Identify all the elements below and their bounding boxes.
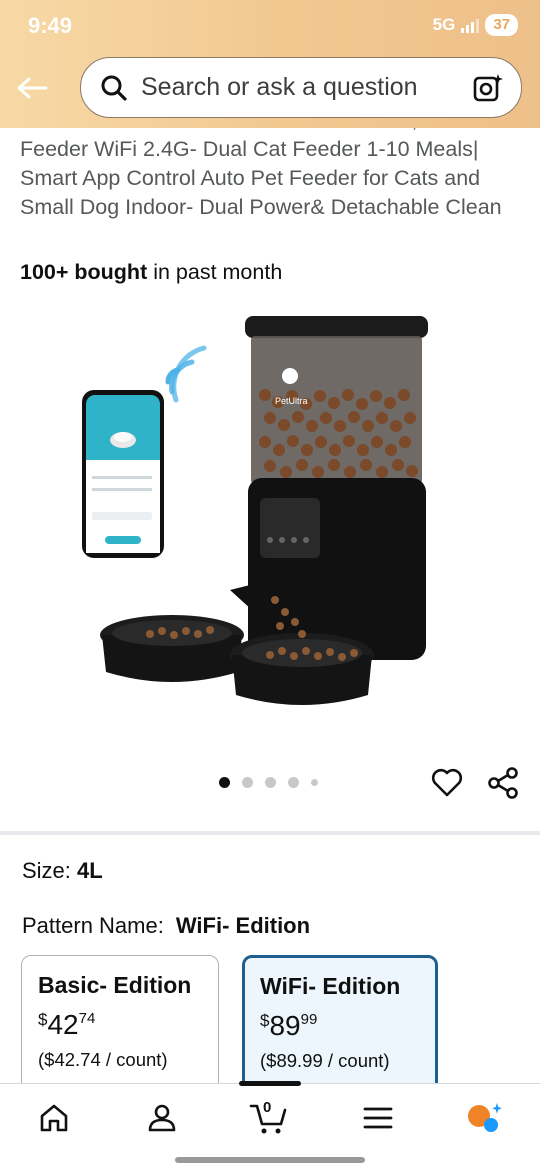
carousel-dots[interactable]: [219, 777, 318, 788]
option-name: Basic- Edition: [38, 972, 192, 998]
menu-icon[interactable]: [358, 1098, 398, 1138]
share-icon[interactable]: [486, 766, 520, 800]
option-price-whole: 42: [47, 1009, 79, 1040]
search-placeholder: Search or ask a question: [141, 73, 418, 101]
bought-count-bold: 100+ bought: [20, 260, 148, 284]
search-icon: [99, 73, 129, 103]
phone-illustration: [82, 390, 164, 558]
option-price: $4274: [38, 1009, 202, 1041]
account-icon[interactable]: [142, 1098, 182, 1138]
size-label: Size:: [22, 858, 78, 883]
carousel-dot[interactable]: [311, 779, 318, 786]
option-price-fraction: 99: [300, 1011, 318, 1028]
status-time: 9:49: [28, 13, 73, 38]
camera-search-icon[interactable]: [471, 71, 505, 105]
system-home-indicator[interactable]: [175, 1157, 365, 1163]
carousel-dot[interactable]: [265, 777, 276, 788]
option-price-whole: 89: [269, 1010, 301, 1041]
option-price-fraction: 74: [78, 1010, 96, 1027]
wifi-waves-illustration: [165, 345, 207, 403]
bought-count: 100+ bought in past month: [20, 260, 282, 285]
back-arrow-icon[interactable]: [12, 68, 52, 108]
option-price: $8999: [260, 1010, 420, 1042]
option-wifi-edition[interactable]: WiFi- Edition $8999 ($89.99 / count): [242, 955, 438, 1095]
carousel-dot[interactable]: [219, 777, 230, 788]
bought-count-rest: in past month: [147, 260, 283, 284]
home-icon[interactable]: [34, 1098, 74, 1138]
carousel-dot[interactable]: [242, 777, 253, 788]
product-title-container: PETULTRA Automatic Cat Feeder 2 Cats, Au…: [20, 128, 520, 252]
option-basic-edition[interactable]: Basic- Edition $4274 ($42.74 / count): [21, 955, 219, 1095]
pattern-value: WiFi- Edition: [175, 913, 311, 938]
search-input[interactable]: Search or ask a question: [80, 57, 522, 118]
heart-icon[interactable]: [430, 766, 464, 800]
size-selector-label: Size: 4L: [22, 858, 103, 884]
rufus-assistant-icon[interactable]: [464, 1098, 504, 1138]
app-header: 9:49 5G 37 Search or ask a question: [0, 0, 540, 128]
network-type: 5G: [432, 15, 456, 34]
option-unit-price: ($42.74 / count): [38, 1049, 168, 1070]
size-value: 4L: [77, 858, 103, 883]
option-unit-price: ($89.99 / count): [260, 1050, 390, 1071]
status-indicators: 5G 37: [433, 14, 518, 36]
brand-label: PetUltra: [275, 396, 308, 406]
cart-icon[interactable]: 0: [249, 1098, 289, 1138]
active-tab-indicator: [239, 1081, 301, 1086]
signal-icon: [461, 17, 480, 33]
bottom-navigation: 0: [0, 1081, 540, 1170]
pattern-selector-label: Pattern Name: WiFi- Edition: [22, 913, 310, 939]
battery-level: 37: [485, 14, 518, 36]
section-divider: [0, 831, 540, 835]
option-name: WiFi- Edition: [260, 973, 401, 999]
pattern-label: Pattern Name:: [22, 913, 164, 938]
carousel-dot[interactable]: [288, 777, 299, 788]
product-image[interactable]: PetUltra: [70, 300, 470, 730]
product-title[interactable]: PETULTRA Automatic Cat Feeder 2 Cats, Au…: [20, 128, 520, 222]
status-bar: 9:49 5G 37: [0, 0, 540, 50]
cart-count: 0: [263, 1099, 272, 1116]
